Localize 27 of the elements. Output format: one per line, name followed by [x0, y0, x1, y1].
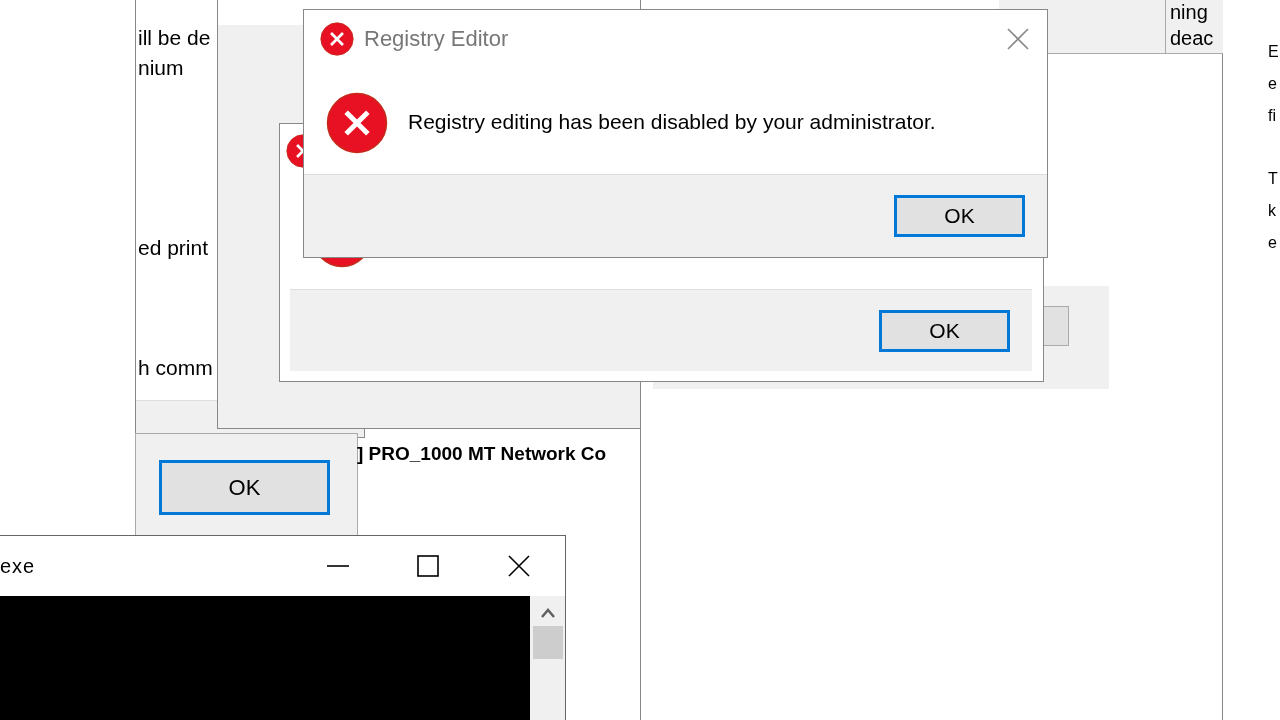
- window-text: fi: [1268, 106, 1277, 126]
- ok-button[interactable]: OK: [894, 195, 1025, 237]
- dialog-title: Registry Editor: [364, 26, 510, 52]
- window-text: E: [1268, 42, 1279, 62]
- window-text: h comm: [137, 355, 213, 381]
- window-text: e: [1268, 74, 1278, 94]
- window-text: T: [1268, 169, 1278, 189]
- column-text: ning: [1170, 0, 1209, 25]
- error-message: Registry editing has been disabled by your administrator.: [408, 110, 936, 134]
- minimize-icon: [327, 565, 349, 567]
- ok-button[interactable]: OK: [159, 460, 330, 515]
- window-text: ill be de: [137, 25, 211, 51]
- scrollbar[interactable]: [530, 596, 565, 720]
- close-icon[interactable]: [508, 555, 530, 577]
- maximize-icon: [417, 555, 439, 577]
- error-icon: [320, 22, 354, 56]
- window-text: e: [1268, 233, 1278, 253]
- network-adapter-label: ] PRO_1000 MT Network Co: [357, 443, 607, 465]
- window-text: ed print: [137, 235, 209, 261]
- scrollbar-thumb[interactable]: [532, 626, 563, 659]
- column-text: deac: [1170, 26, 1215, 51]
- ok-button[interactable]: OK: [879, 309, 1010, 352]
- window-text: nium: [137, 55, 184, 81]
- error-icon: [326, 92, 388, 154]
- window-text: k: [1268, 201, 1277, 221]
- window-title: exe: [0, 554, 37, 578]
- scroll-up-icon[interactable]: [540, 608, 555, 618]
